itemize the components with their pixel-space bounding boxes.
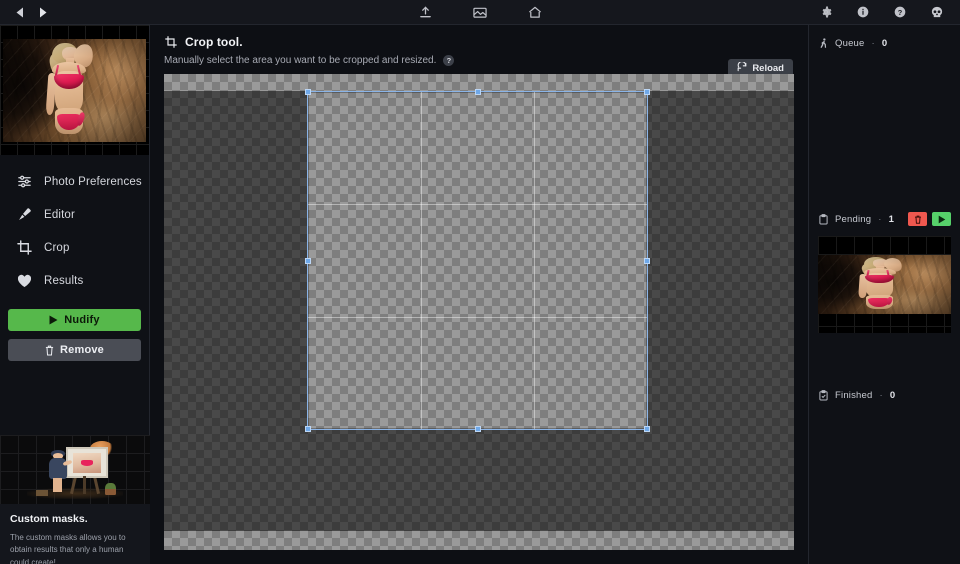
run-pending-button[interactable] xyxy=(932,212,951,226)
page-title: Crop tool. xyxy=(164,35,794,49)
help-icon[interactable]: ? xyxy=(443,55,455,66)
crop-overlay-left xyxy=(164,91,307,531)
crop-overlay-bottom xyxy=(307,430,648,531)
clipboard-icon xyxy=(818,213,828,224)
pending-job-thumbnail[interactable] xyxy=(818,236,951,333)
remove-button-label: Remove xyxy=(60,344,104,356)
nudify-button[interactable]: Nudify xyxy=(8,309,141,331)
page-title-text: Crop tool. xyxy=(185,35,243,49)
crop-handle-se[interactable] xyxy=(644,426,650,432)
main-content: Crop tool. Manually select the area you … xyxy=(150,25,808,564)
reload-button-label: Reload xyxy=(752,63,784,74)
crop-icon xyxy=(164,36,177,49)
delete-pending-button[interactable] xyxy=(908,212,927,226)
page-subtitle-text: Manually select the area you want to be … xyxy=(164,55,437,66)
canvas-wrapper xyxy=(150,74,808,564)
crop-handle-w[interactable] xyxy=(305,257,311,264)
photo-vignette xyxy=(3,39,146,142)
crop-guide-vertical xyxy=(533,92,535,429)
pending-count: 1 xyxy=(888,213,895,225)
help-icon[interactable]: ? xyxy=(892,5,907,20)
sidebar-item-label: Crop xyxy=(44,241,70,254)
crop-guide-horizontal xyxy=(308,204,647,206)
gallery-icon[interactable] xyxy=(473,5,488,20)
queue-header: Queue · 0 xyxy=(809,34,960,52)
sidebar-item-photo-preferences[interactable]: Photo Preferences xyxy=(0,165,149,198)
brush-icon xyxy=(16,206,33,223)
sidebar-item-label: Editor xyxy=(44,208,75,221)
info-icon[interactable] xyxy=(855,5,870,20)
photo-vignette xyxy=(818,255,951,314)
sidebar-item-crop[interactable]: Crop xyxy=(0,231,149,264)
crop-handle-ne[interactable] xyxy=(644,89,650,95)
nav-arrows xyxy=(0,5,50,19)
promo-title: Custom masks. xyxy=(10,513,88,525)
photo-preview xyxy=(3,39,146,142)
upload-icon[interactable] xyxy=(418,5,433,20)
remove-button[interactable]: Remove xyxy=(8,339,141,361)
home-icon[interactable] xyxy=(528,5,543,20)
skull-icon[interactable] xyxy=(929,5,944,20)
crop-handle-nw[interactable] xyxy=(305,89,311,95)
promo-illustration xyxy=(0,435,150,504)
top-toolbar-right: ? xyxy=(818,5,960,20)
sidebar-item-results[interactable]: Results xyxy=(0,264,149,297)
pending-actions xyxy=(908,212,951,226)
finished-header: Finished · 0 xyxy=(809,386,960,404)
play-icon xyxy=(938,212,946,227)
sliders-icon xyxy=(16,173,33,190)
queue-separator: · xyxy=(871,37,875,49)
crop-handle-n[interactable] xyxy=(474,89,481,95)
crop-handle-sw[interactable] xyxy=(305,426,311,432)
trash-icon xyxy=(45,345,54,356)
app-root: ? Photo Preferences Editor Crop Results … xyxy=(0,0,960,564)
svg-text:?: ? xyxy=(897,8,902,17)
gear-icon[interactable] xyxy=(818,5,833,20)
photo-preview xyxy=(818,255,951,314)
crop-guide-vertical xyxy=(420,92,422,429)
app-body: Photo Preferences Editor Crop Results Nu… xyxy=(0,25,960,564)
top-toolbar: ? xyxy=(0,0,960,25)
pending-header: Pending · 1 xyxy=(809,210,960,228)
crop-icon xyxy=(16,239,33,256)
main-header: Crop tool. Manually select the area you … xyxy=(150,25,808,78)
finished-separator: · xyxy=(879,389,883,401)
runner-icon xyxy=(818,37,828,48)
sidebar-item-editor[interactable]: Editor xyxy=(0,198,149,231)
nudify-button-label: Nudify xyxy=(64,314,100,326)
queue-panel: Queue · 0 Pending · 1 Finished · 0 xyxy=(808,25,960,564)
sidebar-item-label: Photo Preferences xyxy=(44,175,142,188)
queue-label: Queue xyxy=(835,37,865,49)
play-icon xyxy=(49,315,58,325)
crop-handle-e[interactable] xyxy=(644,257,650,264)
heart-icon xyxy=(16,272,33,289)
sidebar-menu: Photo Preferences Editor Crop Results xyxy=(0,155,149,303)
crop-handle-s[interactable] xyxy=(474,426,481,432)
finished-label: Finished xyxy=(835,389,873,401)
trash-icon xyxy=(914,212,922,227)
top-toolbar-center xyxy=(0,0,960,24)
page-subtitle: Manually select the area you want to be … xyxy=(164,55,794,66)
crop-selection-box[interactable] xyxy=(305,89,650,432)
queue-count: 0 xyxy=(881,37,888,49)
sidebar-photo-thumbnail[interactable] xyxy=(0,25,149,155)
pending-separator: · xyxy=(878,213,882,225)
promo-text: Custom masks. The custom masks allows yo… xyxy=(0,504,150,564)
crop-guide-horizontal xyxy=(308,316,647,318)
sidebar: Photo Preferences Editor Crop Results Nu… xyxy=(0,25,150,564)
crop-overlay-right xyxy=(648,91,794,531)
crop-canvas[interactable] xyxy=(164,74,794,550)
nav-prev-button[interactable] xyxy=(12,5,26,19)
sidebar-item-label: Results xyxy=(44,274,84,287)
clipboard-check-icon xyxy=(818,389,828,400)
promo-card-custom-masks[interactable]: Custom masks. The custom masks allows yo… xyxy=(0,435,150,564)
pending-label: Pending xyxy=(835,213,872,225)
nav-next-button[interactable] xyxy=(36,5,50,19)
promo-description: The custom masks allows you to obtain re… xyxy=(10,533,126,564)
finished-count: 0 xyxy=(889,389,896,401)
sidebar-actions: Nudify Remove xyxy=(0,303,149,361)
